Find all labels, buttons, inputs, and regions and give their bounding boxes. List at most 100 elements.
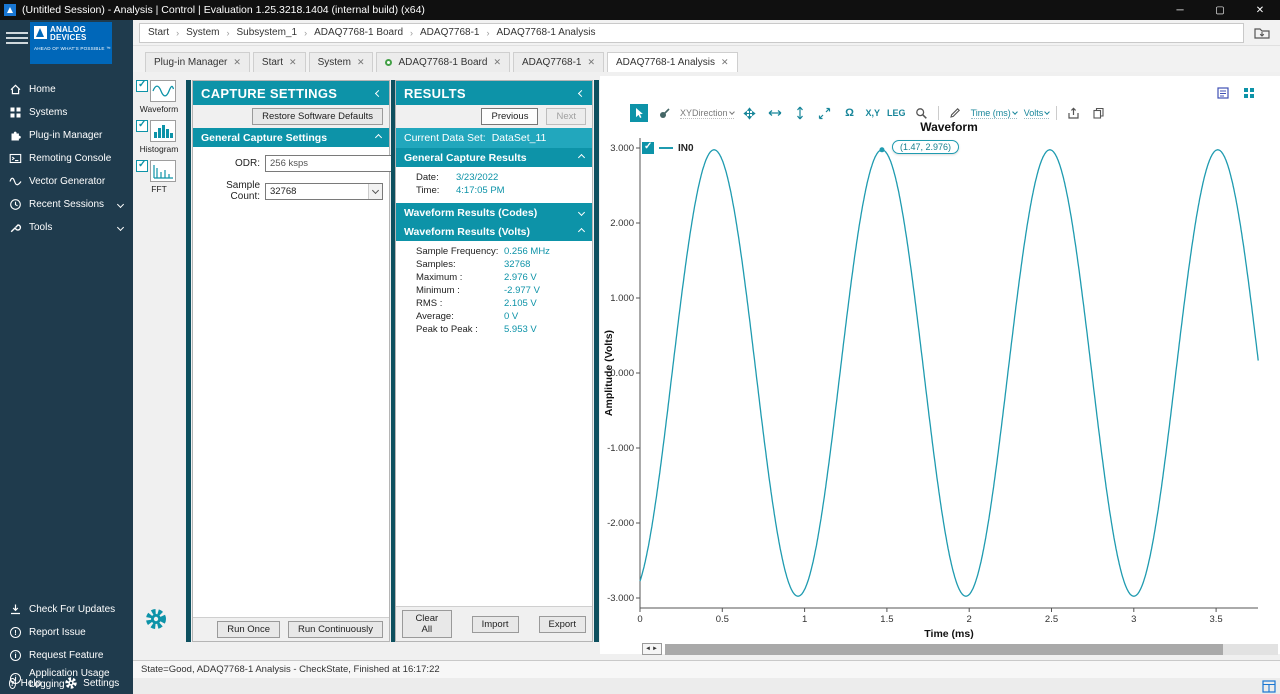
close-button[interactable]: ✕: [1240, 0, 1280, 20]
export-button[interactable]: Export: [539, 616, 586, 633]
breadcrumb: Start› System› Subsystem_1› ADAQ7768-1 B…: [139, 23, 1244, 43]
tool-waveform[interactable]: Waveform: [133, 80, 185, 114]
home-icon: [9, 83, 22, 96]
zoom-box-icon[interactable]: Ω: [841, 104, 859, 122]
maximize-button[interactable]: ▢: [1200, 0, 1240, 20]
tab-board[interactable]: ADAQ7768-1 Board✕: [376, 52, 510, 72]
odr-input[interactable]: [265, 155, 407, 172]
waveform-checkbox[interactable]: [136, 80, 148, 92]
breadcrumb-item-chip[interactable]: ADAQ7768-1: [420, 27, 479, 38]
sidebar-item-systems[interactable]: Systems: [0, 101, 133, 124]
x-axis-label: Time (ms): [640, 628, 1258, 640]
chevron-down-icon: [1012, 109, 1018, 115]
tab-close-icon[interactable]: ✕: [721, 57, 729, 68]
capture-settings-panel: CAPTURE SETTINGS Restore Software Defaul…: [192, 80, 390, 642]
magnifier-icon[interactable]: [913, 104, 931, 122]
waveform-plot[interactable]: 3.0002.0001.0000.000-1.000-2.000-3.00000…: [600, 122, 1280, 642]
scrollbar-thumb[interactable]: [665, 644, 1223, 655]
histogram-checkbox[interactable]: [136, 120, 148, 132]
tab-close-icon[interactable]: ✕: [289, 57, 297, 68]
hamburger-menu-icon[interactable]: [6, 28, 28, 48]
x-unit-dropdown[interactable]: Time (ms): [971, 108, 1017, 119]
xy-direction-dropdown[interactable]: XYDirection: [680, 108, 734, 119]
tab-close-icon[interactable]: ✕: [357, 57, 365, 68]
tab-analysis[interactable]: ADAQ7768-1 Analysis✕: [607, 52, 738, 72]
breadcrumb-separator: ›: [176, 28, 179, 38]
fft-tool-icon: [150, 160, 176, 182]
series-visibility-checkbox[interactable]: [642, 142, 654, 154]
export-chart-icon[interactable]: [1064, 104, 1082, 122]
tool-fft[interactable]: FFT: [133, 160, 185, 194]
import-button[interactable]: Import: [472, 616, 519, 633]
annotate-ink-icon[interactable]: [655, 104, 673, 122]
session-bookmark-icon[interactable]: [1250, 23, 1274, 43]
sidebar-item-help[interactable]: ? Help: [0, 678, 41, 689]
svg-text:1.5: 1.5: [880, 614, 893, 625]
breadcrumb-item-subsystem[interactable]: Subsystem_1: [236, 27, 297, 38]
sample-count-dropdown[interactable]: 32768: [265, 183, 383, 200]
breadcrumb-item-analysis[interactable]: ADAQ7768-1 Analysis: [497, 27, 596, 38]
report-view-icon[interactable]: [1214, 84, 1232, 102]
scrollbar-track[interactable]: [665, 644, 1278, 655]
vertical-zoom-icon[interactable]: [791, 104, 809, 122]
pencil-icon[interactable]: [946, 104, 964, 122]
sidebar-item-vector-generator[interactable]: Vector Generator: [0, 170, 133, 193]
tool-histogram[interactable]: Histogram: [133, 120, 185, 154]
waveform-results-volts-header[interactable]: Waveform Results (Volts): [396, 222, 592, 241]
xy-readout-toggle[interactable]: X,Y: [866, 108, 881, 118]
y-unit-dropdown[interactable]: Volts: [1024, 108, 1050, 119]
sidebar-item-tools[interactable]: Tools: [0, 216, 133, 239]
sidebar-item-recent-sessions[interactable]: Recent Sessions: [0, 193, 133, 216]
collapse-panel-icon[interactable]: [375, 89, 382, 96]
restore-defaults-button[interactable]: Restore Software Defaults: [252, 108, 383, 125]
layout-grip-icon[interactable]: [1262, 680, 1276, 693]
waveform-results-codes-header[interactable]: Waveform Results (Codes): [396, 203, 592, 222]
previous-button[interactable]: Previous: [481, 108, 538, 125]
tab-system[interactable]: System✕: [309, 52, 374, 72]
horizontal-zoom-icon[interactable]: [766, 104, 784, 122]
tab-close-icon[interactable]: ✕: [493, 57, 501, 68]
fit-to-view-icon[interactable]: [816, 104, 834, 122]
tab-chip[interactable]: ADAQ7768-1✕: [513, 52, 604, 72]
minimize-button[interactable]: ─: [1160, 0, 1200, 20]
sidebar-item-home[interactable]: Home: [0, 78, 133, 101]
clear-all-button[interactable]: Clear All: [402, 610, 452, 638]
panel-splitter[interactable]: [594, 80, 599, 642]
chevron-down-icon: [578, 209, 585, 216]
sidebar-item-check-for-updates[interactable]: Check For Updates: [0, 598, 133, 621]
tab-plugin-manager[interactable]: Plug-in Manager✕: [145, 52, 250, 72]
sidebar-item-report-issue[interactable]: ! Report Issue: [0, 621, 133, 644]
general-capture-results: Date:3/23/2022 Time:4:17:05 PM: [396, 167, 592, 203]
sidebar-item-remoting-console[interactable]: Remoting Console: [0, 147, 133, 170]
breadcrumb-item-start[interactable]: Start: [148, 27, 169, 38]
chart-scroll-row: ◄►: [642, 642, 1278, 656]
run-once-button[interactable]: Run Once: [217, 621, 280, 638]
collapse-panel-icon[interactable]: [578, 89, 585, 96]
panel-splitter[interactable]: [186, 80, 191, 642]
run-continuously-button[interactable]: Run Continuously: [288, 621, 383, 638]
grid-view-icon[interactable]: [1240, 84, 1258, 102]
sidebar-item-settings[interactable]: Settings: [55, 676, 119, 690]
puzzle-icon: [9, 129, 22, 142]
tab-close-icon[interactable]: ✕: [233, 57, 241, 68]
legend-toggle[interactable]: LEG: [887, 108, 906, 118]
tool-settings-gear-icon[interactable]: [143, 606, 169, 632]
chevron-up-icon: [375, 134, 382, 141]
copy-chart-icon[interactable]: [1089, 104, 1107, 122]
pointer-tool-button[interactable]: [630, 104, 648, 122]
scroll-arrows-button[interactable]: ◄►: [642, 643, 662, 655]
sidebar-item-plugin-manager[interactable]: Plug-in Manager: [0, 124, 133, 147]
fft-checkbox[interactable]: [136, 160, 148, 172]
chevron-down-icon: [117, 201, 124, 208]
sidebar-item-request-feature[interactable]: i Request Feature: [0, 644, 133, 667]
next-button[interactable]: Next: [546, 108, 586, 125]
general-capture-results-header[interactable]: General Capture Results: [396, 148, 592, 167]
breadcrumb-item-board[interactable]: ADAQ7768-1 Board: [314, 27, 403, 38]
result-row: Time:4:17:05 PM: [396, 184, 592, 197]
tab-close-icon[interactable]: ✕: [587, 57, 595, 68]
general-capture-settings-header[interactable]: General Capture Settings: [193, 128, 389, 147]
result-row: Minimum :-2.977 V: [396, 284, 592, 297]
pan-tool-icon[interactable]: [741, 104, 759, 122]
tab-start[interactable]: Start✕: [253, 52, 306, 72]
breadcrumb-item-system[interactable]: System: [186, 27, 219, 38]
